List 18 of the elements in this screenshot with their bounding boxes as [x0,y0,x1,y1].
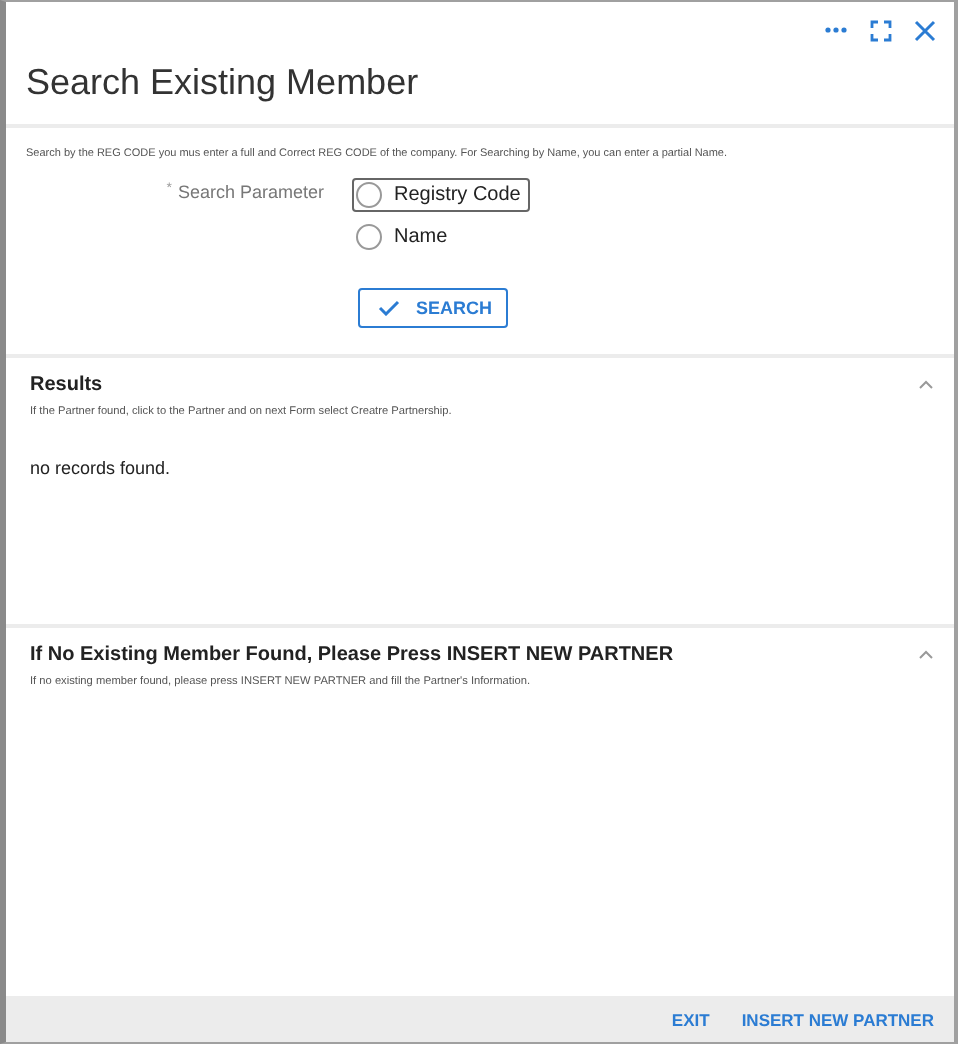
section-title: Results [30,374,103,396]
fullscreen-icon[interactable] [870,19,892,41]
check-icon [378,300,400,316]
empty-message: no records found. [30,458,173,478]
chevron-up-icon[interactable] [918,650,934,660]
search-button[interactable]: SEARCH [358,288,509,328]
radio-button[interactable] [356,182,382,208]
dialog-title: Search Existing Member [6,42,954,128]
radio-option[interactable]: Name [352,220,458,254]
radio-button[interactable] [356,224,382,250]
footer-button[interactable]: INSERT NEW PARTNER [733,1003,942,1035]
section-title: If No Existing Member Found, Please Press INSERT NEW PARTNER [30,644,674,666]
footer-button[interactable]: EXIT [663,1003,718,1035]
radio-option[interactable]: Registry Code [352,178,531,212]
field-label: Search Parameter [177,182,324,206]
close-icon[interactable] [914,19,936,41]
more-icon[interactable] [824,26,848,34]
chevron-up-icon[interactable] [918,380,934,390]
